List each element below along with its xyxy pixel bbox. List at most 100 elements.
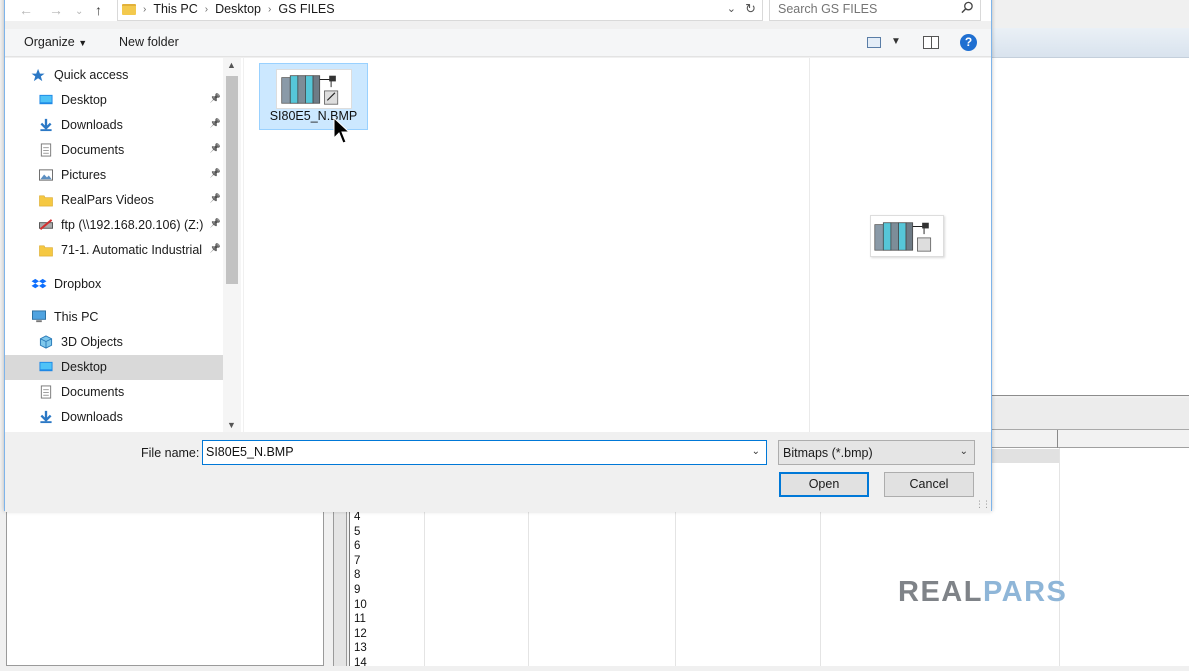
open-button[interactable]: Open <box>779 472 869 497</box>
sidebar-item-label: Downloads <box>61 118 123 132</box>
chevron-down-icon: ⌄ <box>959 446 968 457</box>
sidebar-item-label: RealPars Videos <box>61 193 154 207</box>
up-arrow-icon[interactable]: ↑ <box>95 3 102 17</box>
breadcrumb-gs-files[interactable]: GS FILES <box>278 2 334 16</box>
sidebar-item-downloads[interactable]: Downloads <box>5 405 223 430</box>
back-arrow-icon[interactable]: ← <box>19 3 33 17</box>
caret-down-icon: ▼ <box>78 38 88 48</box>
pin-icon[interactable]: 📌 <box>210 243 221 254</box>
document-icon <box>40 385 52 399</box>
scroll-down-icon: ▼ <box>227 420 236 430</box>
background-splitter[interactable] <box>333 510 347 666</box>
row-number: 4 <box>354 511 361 523</box>
cancel-button[interactable]: Cancel <box>884 472 974 497</box>
refresh-icon[interactable]: ↻ <box>745 1 756 17</box>
sidebar-item-label: 3D Objects <box>61 335 123 349</box>
address-dropdown-icon[interactable]: ⌄ <box>727 2 736 15</box>
sidebar-item-label: Documents <box>61 385 125 399</box>
navigation-pane: Quick access Desktop 📌 Downloads 📌 Documents 📌… <box>5 58 243 432</box>
address-bar[interactable]: › This PC › Desktop › GS FILES ⌄ ↻ <box>117 0 763 21</box>
sidebar-item-3d-objects[interactable]: 3D Objects <box>5 330 223 355</box>
background-band <box>990 398 1189 430</box>
file-name-field[interactable] <box>206 445 736 459</box>
breadcrumb-separator-icon: › <box>204 3 209 15</box>
row-number: 9 <box>354 583 361 596</box>
background-panel-header <box>991 28 1189 58</box>
sidebar-item-desktop[interactable]: Desktop 📌 <box>5 88 223 113</box>
address-row: ← → ⌄ ↑ › This PC › Desktop › GS FILES ⌄… <box>5 0 991 21</box>
sidebar-item-pictures[interactable]: Pictures 📌 <box>5 163 223 188</box>
command-toolbar: Organize ▼ New folder ▼ ? <box>5 29 991 57</box>
download-arrow-icon <box>40 118 52 132</box>
breadcrumb-this-pc[interactable]: This PC <box>153 2 197 16</box>
sidebar-item-desktop[interactable]: Desktop <box>5 355 223 380</box>
scroll-up-icon: ▲ <box>227 60 236 70</box>
star-icon <box>31 68 45 82</box>
folder-icon <box>39 195 53 207</box>
sidebar-item-label: Pictures <box>61 168 107 182</box>
pin-icon[interactable]: 📌 <box>210 143 221 154</box>
row-number: 10 <box>354 598 367 611</box>
sidebar-item-label: This PC <box>54 310 99 324</box>
open-file-dialog: ← → ⌄ ↑ › This PC › Desktop › GS FILES ⌄… <box>4 0 992 512</box>
preview-pane-icon[interactable] <box>923 36 939 49</box>
row-number: 13 <box>354 642 367 655</box>
search-icon[interactable] <box>961 1 974 14</box>
desktop-icon <box>39 361 53 372</box>
sidebar-item-this-pc[interactable]: This PC <box>5 305 223 330</box>
sidebar-item-dropbox[interactable]: Dropbox <box>5 272 223 297</box>
view-dropdown-icon[interactable]: ▼ <box>891 36 901 47</box>
pin-icon[interactable]: 📌 <box>210 168 221 179</box>
plc-rack-icon <box>276 69 352 109</box>
dropbox-icon <box>31 278 47 289</box>
sidebar-item-ftp-192-168-20-106-z[interactable]: ftp (\\192.168.20.106) (Z:) 📌 <box>5 213 223 238</box>
file-list-pane: SI80E5_N.BMP <box>244 58 809 432</box>
sidebar-item-downloads[interactable]: Downloads 📌 <box>5 113 223 138</box>
chevron-down-icon[interactable]: ⌄ <box>752 446 760 457</box>
sidebar-item-realpars-videos[interactable]: RealPars Videos 📌 <box>5 188 223 213</box>
breadcrumb-desktop[interactable]: Desktop <box>215 2 261 16</box>
nav-scrollbar[interactable]: ▲ ▼ <box>223 58 241 432</box>
row-number: 14 <box>354 656 367 669</box>
row-number: 11 <box>354 613 366 626</box>
cube-icon <box>39 335 53 349</box>
file-type-value: Bitmaps (*.bmp) <box>783 446 873 460</box>
sidebar-item-quick-access[interactable]: Quick access <box>5 63 223 88</box>
sidebar-item-label: Dropbox <box>54 277 102 291</box>
scroll-thumb[interactable] <box>226 76 238 284</box>
pin-icon[interactable]: 📌 <box>210 93 221 104</box>
folder-icon <box>122 3 136 15</box>
preview-pane <box>809 58 991 432</box>
help-icon[interactable]: ? <box>960 34 977 51</box>
breadcrumb-separator-icon: › <box>268 3 272 15</box>
organize-button[interactable]: Organize ▼ <box>24 35 87 49</box>
new-folder-button[interactable]: New folder <box>119 35 179 49</box>
sidebar-item-label: Downloads <box>61 410 123 424</box>
file-type-select[interactable]: Bitmaps (*.bmp) ⌄ <box>778 440 975 465</box>
mouse-cursor-icon <box>333 117 351 144</box>
sidebar-item-documents[interactable]: Documents <box>5 380 223 405</box>
search-input[interactable] <box>778 1 958 17</box>
view-options-icon[interactable] <box>867 37 881 48</box>
forward-arrow-icon[interactable]: → <box>49 3 63 17</box>
row-number: 5 <box>354 525 361 538</box>
search-box[interactable] <box>769 0 981 21</box>
sidebar-item-label: Desktop <box>61 360 107 374</box>
preview-image <box>870 215 944 257</box>
desktop-icon <box>39 94 53 105</box>
pin-icon[interactable]: 📌 <box>210 193 221 204</box>
network-drive-icon <box>39 219 53 230</box>
pin-icon[interactable]: 📌 <box>210 118 221 129</box>
file-name-label-text: File name: <box>141 446 200 460</box>
resize-grip-icon[interactable]: ⋮⋮ <box>975 499 991 510</box>
recent-chevron-icon[interactable]: ⌄ <box>75 5 83 19</box>
pin-icon[interactable]: 📌 <box>210 218 221 229</box>
sidebar-item-documents[interactable]: Documents 📌 <box>5 138 223 163</box>
file-name-combobox[interactable]: ⌄ <box>202 440 767 465</box>
document-icon <box>40 143 52 157</box>
row-number: 6 <box>354 540 361 553</box>
file-item-selected[interactable]: SI80E5_N.BMP <box>259 63 368 130</box>
sidebar-item-label: ftp (\\192.168.20.106) (Z:) <box>61 218 204 232</box>
sidebar-item-71-1-automatic-industrial[interactable]: 71-1. Automatic Industrial 📌 <box>5 238 223 263</box>
folder-icon <box>39 245 53 257</box>
